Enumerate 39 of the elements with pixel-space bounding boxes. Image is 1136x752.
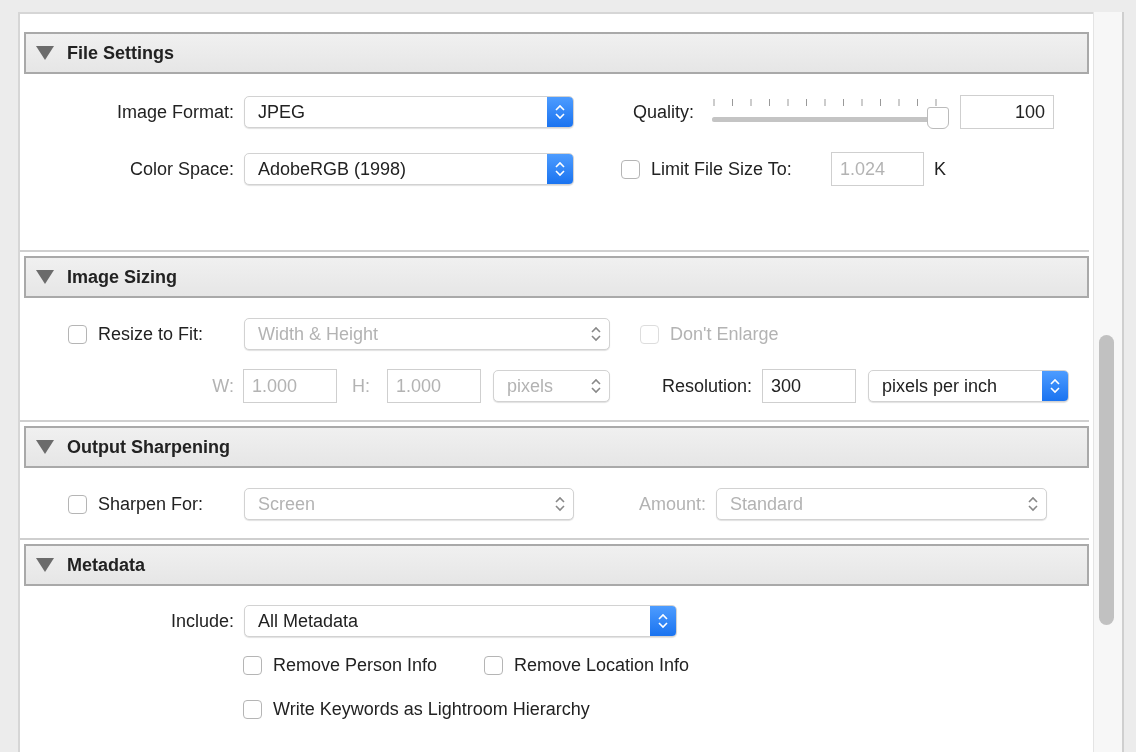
section-header[interactable]: Image Sizing xyxy=(24,256,1089,298)
section-header[interactable]: File Settings xyxy=(24,32,1089,74)
field-label: Resolution: xyxy=(661,375,752,397)
checkbox[interactable]: Remove Location Info xyxy=(484,654,690,676)
checkbox[interactable]: Resize to Fit: xyxy=(68,323,204,345)
chevron-updown-icon xyxy=(555,496,565,512)
checkbox[interactable]: Write Keywords as Lightroom Hierarchy xyxy=(243,698,590,720)
dropdown[interactable]: pixels per inch xyxy=(868,370,1069,402)
disclosure-triangle-icon xyxy=(36,558,54,572)
input-field[interactable]: 100 xyxy=(960,95,1054,129)
checkbox[interactable]: Remove Person Info xyxy=(243,654,438,676)
disclosure-triangle-icon xyxy=(36,46,54,60)
chevron-updown-icon xyxy=(555,161,565,177)
field-label: Color Space: xyxy=(129,158,234,180)
disclosure-triangle-icon xyxy=(36,270,54,284)
chevron-updown-icon xyxy=(591,326,601,342)
field-label: H: xyxy=(352,375,370,397)
field-label: Quality: xyxy=(632,101,694,123)
field-label: Include: xyxy=(170,610,234,632)
dropdown[interactable]: JPEG xyxy=(244,96,574,128)
chevron-updown-icon xyxy=(555,104,565,120)
field-label: Image Format: xyxy=(116,101,234,123)
dropdown[interactable]: All Metadata xyxy=(244,605,677,637)
chevron-updown-icon xyxy=(591,378,601,394)
section-header[interactable]: Output Sharpening xyxy=(24,426,1089,468)
chevron-updown-icon xyxy=(1050,378,1060,394)
input-field[interactable]: 300 xyxy=(762,369,856,403)
field-label: W: xyxy=(212,375,234,397)
dropdown[interactable]: AdobeRGB (1998) xyxy=(244,153,574,185)
field-label: K xyxy=(934,158,946,180)
checkbox[interactable]: Limit File Size To: xyxy=(621,158,792,180)
chevron-updown-icon xyxy=(658,613,668,629)
chevron-updown-icon xyxy=(1028,496,1038,512)
scrollbar-thumb[interactable] xyxy=(1099,335,1114,625)
disclosure-triangle-icon xyxy=(36,440,54,454)
field-label: Amount: xyxy=(638,493,706,515)
section-header[interactable]: Metadata xyxy=(24,544,1089,586)
tick-marks-icon xyxy=(710,99,940,107)
checkbox[interactable]: Sharpen For: xyxy=(68,493,204,515)
